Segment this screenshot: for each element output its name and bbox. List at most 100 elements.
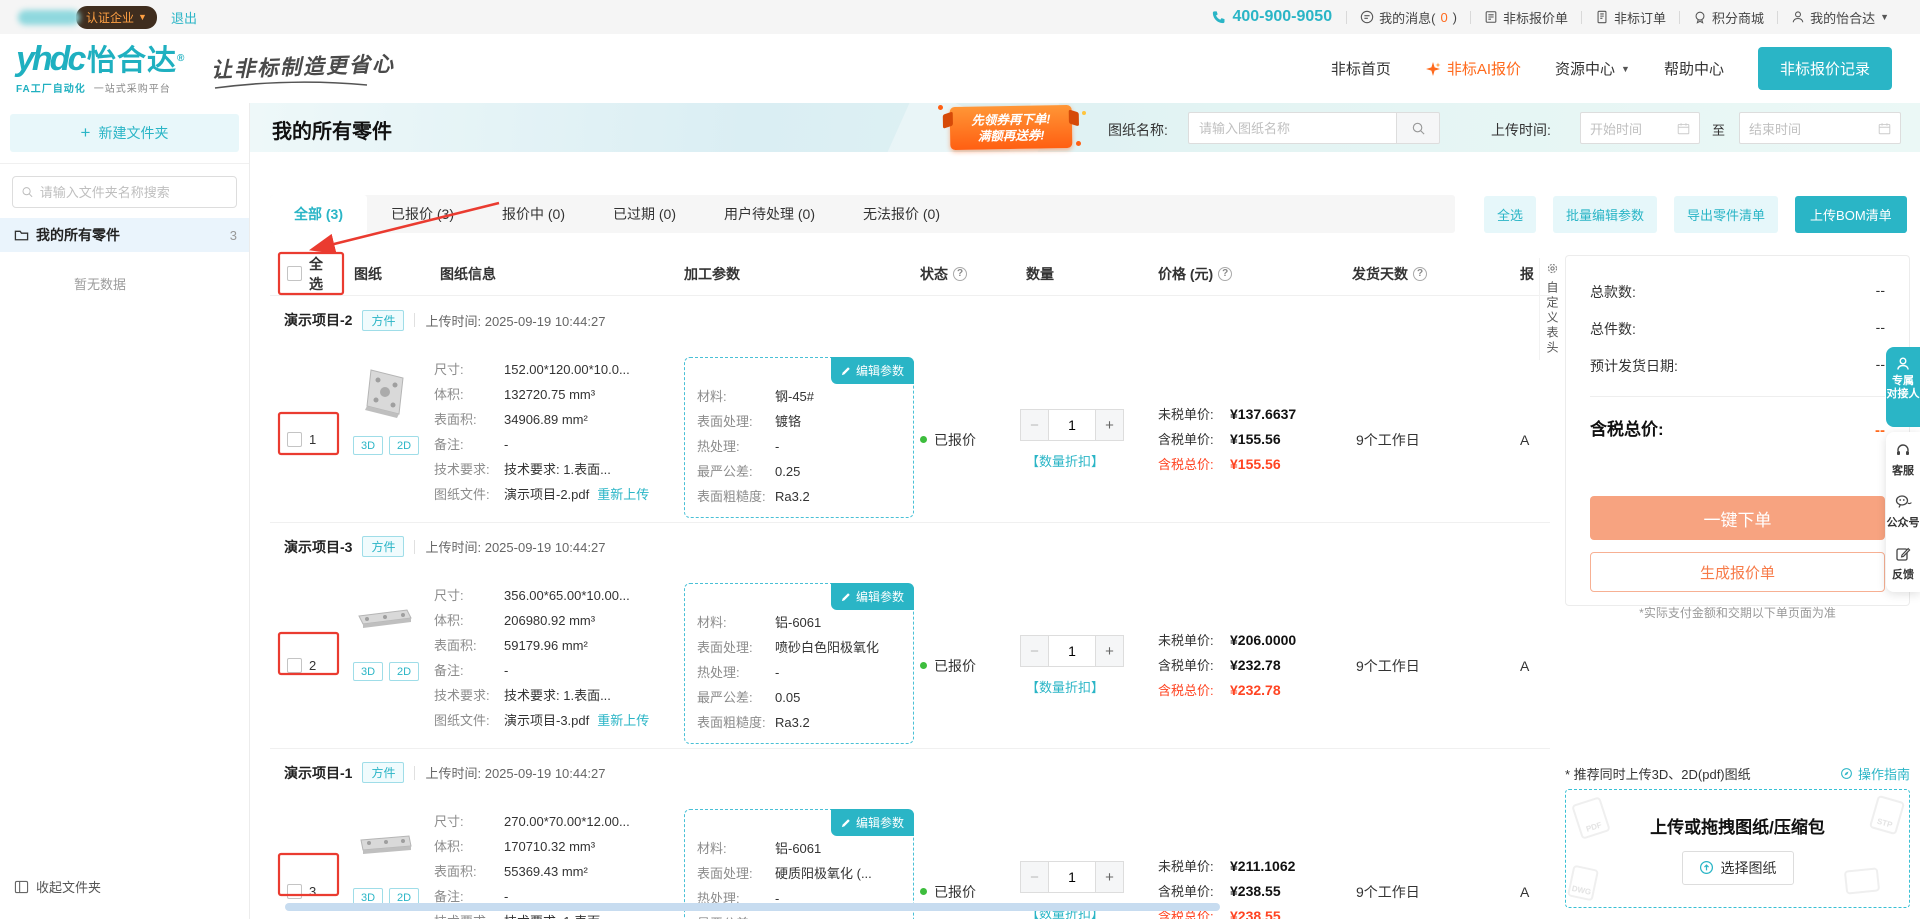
part-thumbnail[interactable] [350, 583, 420, 653]
quantity-stepper: − + [1020, 409, 1124, 441]
batch-edit-params-button[interactable]: 批量编辑参数 [1553, 196, 1657, 233]
wechat-official-button[interactable]: 公众号 [1887, 494, 1920, 530]
points-medal-icon [1693, 10, 1707, 24]
horizontal-scrollbar-thumb[interactable] [285, 903, 1220, 911]
one-click-order-button[interactable]: 一键下单 [1590, 496, 1885, 540]
status-dot [920, 888, 927, 895]
sidebar-item-all-parts[interactable]: 我的所有零件 3 [0, 218, 249, 252]
end-date-input[interactable]: 结束时间 [1739, 112, 1901, 144]
quote-sheet-icon [1484, 10, 1498, 24]
nav-home[interactable]: 非标首页 [1331, 58, 1391, 79]
nav-ai-quote[interactable]: 非标AI报价 [1425, 58, 1521, 79]
collapse-folders-button[interactable]: 收起文件夹 [14, 877, 101, 896]
file-dwg-ghost-icon: DWG [1567, 865, 1599, 902]
customer-service-button[interactable]: 客服 [1892, 442, 1914, 478]
qty-input[interactable] [1049, 635, 1095, 667]
delivery-help-icon[interactable] [1413, 267, 1427, 281]
start-date-input[interactable]: 开始时间 [1580, 112, 1700, 144]
select-all-checkbox[interactable] [287, 266, 302, 281]
qty-plus-button[interactable]: + [1095, 635, 1124, 667]
order-summary-panel: 总款数:-- 总件数:-- 预计发货日期:-- 含税总价:-- 一键下单 生成报… [1565, 255, 1910, 606]
drawing-file-link[interactable]: 演示项目-3.pdf [504, 708, 589, 733]
part-type-badge[interactable]: 方件 [362, 310, 404, 331]
tab-all[interactable]: 全部 (3) [270, 195, 367, 233]
part-thumbnail[interactable] [350, 809, 420, 879]
row-checkbox[interactable] [287, 658, 302, 673]
quantity-discount-link[interactable]: 【数量折扣】 [1026, 677, 1104, 696]
drawing-file-link[interactable]: 演示项目-2.pdf [504, 482, 589, 507]
quantity-discount-link[interactable]: 【数量折扣】 [1026, 451, 1104, 470]
delivery-days: 9个工作日 [1352, 430, 1502, 450]
part-remark: - [504, 658, 508, 683]
quote-history-button[interactable]: 非标报价记录 [1758, 47, 1892, 90]
feedback-button[interactable]: 反馈 [1892, 546, 1914, 582]
coupon-banner[interactable]: 先领券再下单! 满额再送券! [950, 105, 1073, 150]
my-account-menu[interactable]: 我的怡合达 ▼ [1778, 8, 1902, 27]
upload-bom-button[interactable]: 上传BOM清单 [1795, 196, 1907, 233]
drawing-name-input[interactable] [1188, 112, 1396, 144]
reupload-link[interactable]: 重新上传 [597, 708, 649, 733]
qty-plus-button[interactable]: + [1095, 409, 1124, 441]
view-2d-button[interactable]: 2D [389, 436, 419, 455]
upload-dropzone[interactable]: PDF DWG STP 上传或拖拽图纸/压缩包 选择图纸 [1565, 789, 1910, 908]
qty-minus-button[interactable]: − [1020, 861, 1049, 893]
choose-drawing-button[interactable]: 选择图纸 [1682, 851, 1794, 885]
edit-params-button[interactable]: 编辑参数 [831, 357, 914, 384]
export-parts-list-button[interactable]: 导出零件清单 [1674, 196, 1778, 233]
machining-params-box: 编辑参数 材料:钢-45# 表面处理:镀铬 热处理:- 最严公差:0.25 表面… [684, 357, 914, 518]
dedicated-contact-floater[interactable]: 专属对接人 [1886, 347, 1920, 427]
quote-sheet-link[interactable]: 非标报价单 [1471, 8, 1581, 27]
tab-unquotable[interactable]: 无法报价 (0) [839, 195, 964, 233]
qty-input[interactable] [1049, 861, 1095, 893]
part-thumbnail[interactable] [350, 357, 420, 427]
verified-company-badge[interactable]: 认证企业 ▼ [76, 6, 157, 29]
part-type-badge[interactable]: 方件 [362, 536, 404, 557]
qty-minus-button[interactable]: − [1020, 409, 1049, 441]
qty-minus-button[interactable]: − [1020, 635, 1049, 667]
upload-dropzone-title: 上传或拖拽图纸/压缩包 [1650, 813, 1825, 838]
generate-quotation-button[interactable]: 生成报价单 [1590, 552, 1885, 592]
reupload-link[interactable]: 重新上传 [597, 482, 649, 507]
status-help-icon[interactable] [953, 267, 967, 281]
part-volume: 206980.92 mm³ [504, 608, 595, 633]
verified-label: 认证企业 [86, 9, 134, 26]
row-checkbox[interactable] [287, 432, 302, 447]
nav-resource-center[interactable]: 资源中心▼ [1555, 58, 1630, 79]
my-messages-link[interactable]: 我的消息(0) [1347, 8, 1470, 27]
upload-time: 上传时间: 2025-09-19 10:44:27 [425, 763, 605, 782]
tab-expired[interactable]: 已过期 (0) [589, 195, 700, 233]
nav-help-center[interactable]: 帮助中心 [1664, 58, 1724, 79]
total-kinds-label: 总款数: [1590, 282, 1636, 302]
orders-link[interactable]: 非标订单 [1582, 8, 1679, 27]
top-utility-bar: 认证企业 ▼ 退出 400-900-9050 我的消息(0) 非标报价单 [0, 0, 1920, 34]
qty-plus-button[interactable]: + [1095, 861, 1124, 893]
folder-search-input[interactable] [40, 185, 228, 200]
tab-quoting[interactable]: 报价中 (0) [478, 195, 589, 233]
new-folder-button[interactable]: + 新建文件夹 [10, 114, 239, 152]
custom-table-header-control[interactable]: 自定义表头 [1539, 258, 1565, 360]
operation-guide-link[interactable]: 操作指南 [1840, 764, 1910, 783]
tab-quoted[interactable]: 已报价 (3) [367, 195, 478, 233]
logout-link[interactable]: 退出 [171, 8, 197, 27]
points-mall-link[interactable]: 积分商城 [1680, 8, 1777, 27]
search-button[interactable] [1396, 112, 1440, 144]
brand-logo[interactable]: yhdc 怡合达® FA工厂自动化 一站式采购平台 [16, 42, 185, 95]
person-icon [1791, 10, 1805, 24]
truncated-cell: A [1508, 658, 1548, 674]
edit-params-button[interactable]: 编辑参数 [831, 809, 914, 836]
part-type-badge[interactable]: 方件 [362, 762, 404, 783]
total-pieces-value: -- [1876, 319, 1885, 339]
parts-table: 全选 图纸 图纸信息 加工参数 状态 数量 价格 (元) 发货天数 报 演示项目… [270, 252, 1550, 919]
view-2d-button[interactable]: 2D [389, 662, 419, 681]
view-3d-button[interactable]: 3D [353, 662, 383, 681]
qty-input[interactable] [1049, 409, 1095, 441]
tab-pending-user[interactable]: 用户待处理 (0) [700, 195, 839, 233]
edit-params-button[interactable]: 编辑参数 [831, 583, 914, 610]
folder-search[interactable] [12, 176, 237, 208]
row-checkbox[interactable] [287, 884, 302, 899]
price-help-icon[interactable] [1218, 267, 1232, 281]
select-all-button[interactable]: 全选 [1484, 196, 1536, 233]
messages-count: 0 [1440, 10, 1447, 25]
chevron-down-icon: ▼ [1621, 64, 1630, 74]
view-3d-button[interactable]: 3D [353, 436, 383, 455]
